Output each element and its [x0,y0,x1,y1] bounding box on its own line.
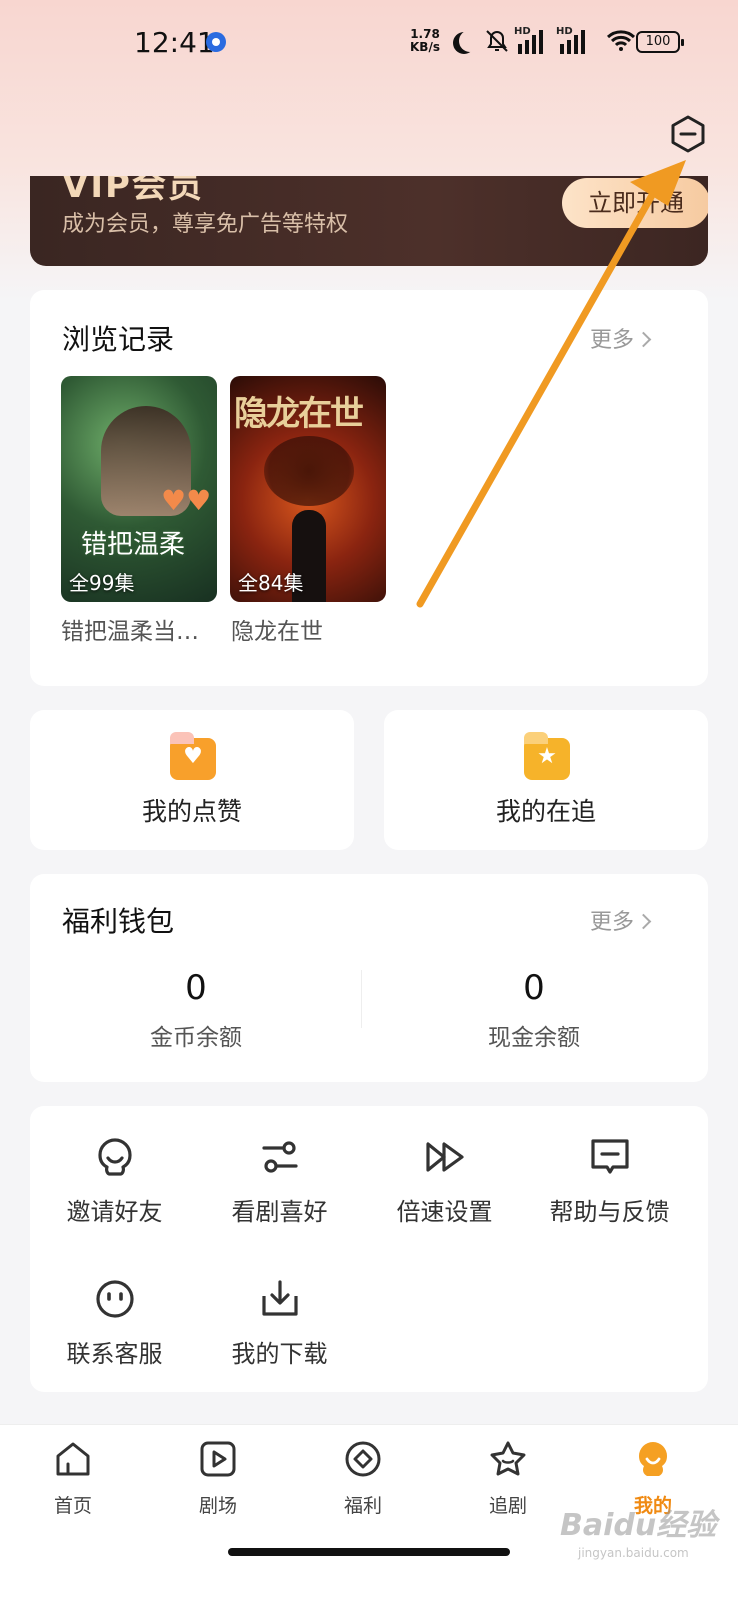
invite-friends-button[interactable]: 邀请好友 [32,1136,197,1246]
history-more-label: 更多 [590,328,635,353]
notification-dot-icon [206,32,226,52]
vip-open-button[interactable]: 立即开通 [562,178,708,228]
tools-card: 邀请好友 看剧喜好 倍速设置 帮助与反馈 联系客服 我的下载 [30,1106,708,1392]
battery-icon: 100 [636,31,684,53]
net-speed-unit: KB/s [410,40,440,54]
nav-label: 首页 [53,1495,92,1517]
heart-folder-icon: ♥ [170,732,216,780]
wallet-divider [361,970,362,1028]
cash-balance-label: 现金余额 [488,1025,580,1051]
help-feedback-button[interactable]: 帮助与反馈 [527,1136,692,1246]
contact-service-button[interactable]: 联系客服 [32,1278,197,1388]
watermark-logo: Baidu经验 [560,1508,717,1543]
mute-bell-icon [484,28,510,60]
history-poster[interactable]: 隐龙在世 全84集 [230,376,386,602]
profile-icon [639,1442,667,1476]
poster-dragon-art [264,436,354,506]
vip-banner[interactable]: VIP会员 成为会员，尊享免广告等特权 立即开通 [30,176,708,266]
tool-label: 联系客服 [66,1340,163,1368]
watermark-domain: jingyan.baidu.com [578,1546,689,1560]
hearts-icon: ♥♥ [161,484,212,517]
nav-following[interactable]: 追剧 [458,1439,558,1529]
settings-icon[interactable] [668,114,708,154]
history-poster[interactable]: ♥♥ 错把温柔 全99集 [61,376,217,602]
history-item-caption[interactable]: 错把温柔当… [61,612,217,646]
tool-label: 看剧喜好 [231,1198,328,1226]
tool-label: 倍速设置 [396,1198,493,1226]
episode-badge: 全99集 [69,571,135,595]
tool-label: 帮助与反馈 [549,1198,670,1226]
play-icon [200,1441,236,1477]
history-item-caption[interactable]: 隐龙在世 [231,612,323,646]
signal-icon-2: HD [556,26,592,54]
coin-balance-label: 金币余额 [150,1025,242,1051]
nav-welfare[interactable]: 福利 [313,1439,413,1529]
feedback-icon [591,1139,629,1174]
history-more-link[interactable]: 更多 [590,322,652,354]
invite-icon [98,1138,132,1176]
preference-icon [262,1141,298,1173]
network-speed: 1.78 KB/s [410,28,440,54]
signal-icon-1: HD [514,26,550,54]
nav-theater[interactable]: 剧场 [168,1439,268,1529]
coin-balance-value[interactable]: 0 [96,968,296,1008]
poster-title: 错把温柔 [81,530,186,560]
do-not-disturb-icon [459,30,481,52]
history-title: 浏览记录 [62,323,175,356]
wifi-icon [606,30,636,51]
wallet-more-link[interactable]: 更多 [590,904,652,936]
wallet-card: 福利钱包 更多 0 金币余额 0 现金余额 [30,874,708,1082]
home-indicator[interactable] [228,1548,510,1556]
vip-title: VIP会员 [62,176,204,206]
cash-balance-value[interactable]: 0 [434,968,634,1008]
my-likes-card[interactable]: ♥ 我的点赞 [30,710,354,850]
vip-subtitle: 成为会员，尊享免广告等特权 [62,212,349,237]
history-card: 浏览记录 更多 ♥♥ 错把温柔 全99集 错把温柔当… 隐龙在世 全84集 隐龙… [30,290,708,686]
my-following-label: 我的在追 [495,797,596,826]
my-following-card[interactable]: ★ 我的在追 [384,710,708,850]
playback-speed-button[interactable]: 倍速设置 [362,1136,527,1246]
tool-label: 邀请好友 [66,1198,163,1226]
nav-label: 追剧 [488,1495,527,1517]
my-downloads-button[interactable]: 我的下载 [197,1278,362,1388]
download-icon [262,1280,298,1316]
episode-badge: 全84集 [238,571,304,595]
home-icon [56,1442,90,1476]
nav-label: 福利 [343,1495,382,1517]
nav-home[interactable]: 首页 [23,1439,123,1529]
status-time: 12:41 [134,26,215,59]
nav-label: 剧场 [198,1495,237,1517]
speed-icon [426,1142,464,1172]
drama-preference-button[interactable]: 看剧喜好 [197,1136,362,1246]
star-folder-icon: ★ [524,732,570,780]
wallet-more-label: 更多 [590,910,635,935]
wallet-title: 福利钱包 [62,905,175,938]
tool-label: 我的下载 [231,1340,328,1368]
my-likes-label: 我的点赞 [141,797,242,826]
star-icon [490,1441,526,1476]
chevron-right-icon [635,913,652,930]
chevron-right-icon [635,331,652,348]
service-icon [96,1280,134,1318]
coin-icon [345,1441,381,1477]
poster-title: 隐龙在世 [234,394,364,434]
status-bar: 12:41 1.78 KB/s HD HD 100 [0,0,738,86]
